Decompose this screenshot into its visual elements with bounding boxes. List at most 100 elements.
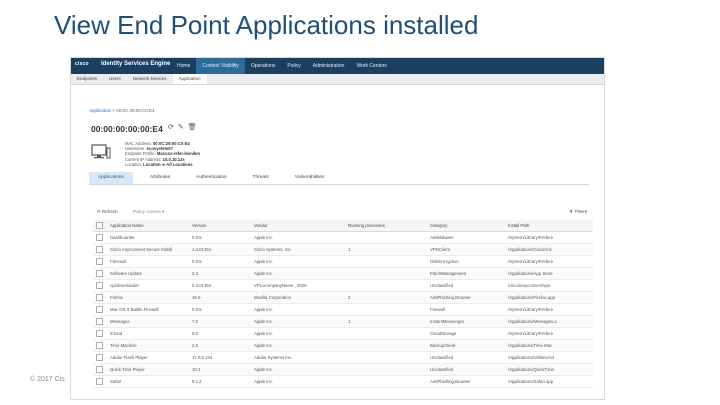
row-select-cell[interactable]: [93, 255, 107, 268]
row-checkbox[interactable]: [96, 306, 103, 313]
column-header[interactable]: Vendor: [251, 220, 345, 232]
tab-threats[interactable]: Threats: [244, 172, 278, 184]
table-toolbar: ⟳ Refresh Policy Actions ▾ ▼ Filter▾: [93, 208, 593, 217]
row-checkbox[interactable]: [96, 318, 103, 325]
category-cell: AntiPhishing,Browser: [427, 375, 505, 388]
row-checkbox[interactable]: [96, 258, 103, 265]
row-select-cell[interactable]: [93, 339, 107, 352]
main-nav: Home Context Visibility Operations Polic…: [171, 58, 393, 74]
row-checkbox[interactable]: [96, 294, 103, 301]
running-processes-cell[interactable]: 1: [345, 243, 427, 256]
row-checkbox[interactable]: [96, 234, 103, 241]
row-checkbox[interactable]: [96, 378, 103, 385]
table-header-row: Application Name Version Vendor Running …: [93, 220, 593, 232]
running-processes-cell: [345, 327, 427, 340]
row-select-cell[interactable]: [93, 351, 107, 364]
select-all-checkbox[interactable]: [96, 222, 103, 229]
category-cell: Unclassified: [427, 351, 505, 364]
select-all-cell[interactable]: [93, 220, 107, 232]
subnav-network-devices[interactable]: Network Devices: [127, 74, 173, 84]
install-path-cell: /Applications/Utilities/Ad: [505, 351, 593, 364]
subnav-endpoints[interactable]: Endpoints: [71, 74, 103, 84]
install-path-cell: /cisco/anyconnect/vpn: [505, 279, 593, 292]
detail-location: Location: Location ➔ All Locations: [125, 161, 193, 167]
table-row[interactable]: Time Machine 2.5 Apple Inc. BackupClient/Ap…: [93, 339, 593, 352]
subnav-application[interactable]: Application: [172, 74, 207, 84]
subnav-users[interactable]: Users: [103, 74, 127, 84]
row-select-cell[interactable]: [93, 315, 107, 328]
version-cell: 10.3: [189, 363, 251, 376]
running-processes-cell[interactable]: 1: [345, 315, 427, 328]
tab-vulnerabilities[interactable]: Vulnerabilities: [286, 172, 334, 184]
row-checkbox[interactable]: [96, 366, 103, 373]
nav-home[interactable]: Home: [171, 58, 196, 74]
vendor-cell: Apple Inc.: [251, 339, 345, 352]
refresh-button[interactable]: ⟳ Refresh: [97, 209, 118, 215]
row-select-cell[interactable]: [93, 363, 107, 376]
table-row[interactable]: Firefox 49.0 Mozilla Corporation 2 AntiPhish…: [93, 291, 593, 304]
column-header[interactable]: Install Path: [505, 220, 593, 232]
row-select-cell[interactable]: [93, 279, 107, 292]
table-row[interactable]: Dashboarder 0.0.5 Apple Inc. AntiMalware/Sy…: [93, 231, 593, 244]
vendor-cell: Apple Inc.: [251, 363, 345, 376]
row-select-cell[interactable]: [93, 243, 107, 256]
breadcrumb-link[interactable]: Application: [89, 108, 111, 113]
tab-authentication[interactable]: Authentication: [187, 172, 235, 184]
nav-policy[interactable]: Policy: [281, 58, 306, 74]
tab-applications[interactable]: Applications: [89, 172, 133, 184]
table-row[interactable]: iCloud 5.0 Apple Inc. CloudStorage/System/L…: [93, 327, 593, 340]
nav-context-visibility[interactable]: Context Visibility: [196, 58, 245, 74]
app-name-cell: Cisco AnyConnect Secure Mobili: [107, 243, 189, 256]
table-row[interactable]: Cisco AnyConnect Secure Mobili 1.4.01354 C…: [93, 243, 593, 256]
running-processes-cell[interactable]: 2: [345, 291, 427, 304]
vendor-cell: Apple Inc.: [251, 231, 345, 244]
category-cell: AntiMalware: [427, 231, 505, 244]
table-row[interactable]: Software Update 2.3 Apple Inc. PatchManagem…: [93, 267, 593, 280]
row-checkbox[interactable]: [96, 246, 103, 253]
table-row[interactable]: Safari 9.1.2 Apple Inc. AntiPhishing,Browse…: [93, 375, 593, 388]
row-checkbox[interactable]: [96, 330, 103, 337]
row-select-cell[interactable]: [93, 327, 107, 340]
version-cell: 0.0.5: [189, 255, 251, 268]
row-select-cell[interactable]: [93, 375, 107, 388]
table-row[interactable]: Mac OS X Builtin Firewall 0.0.5 Apple Inc.…: [93, 303, 593, 316]
column-header[interactable]: Version: [189, 220, 251, 232]
running-processes-cell: [345, 267, 427, 280]
applications-table: Application Name Version Vendor Running …: [93, 220, 593, 388]
column-header[interactable]: Category: [427, 220, 505, 232]
app-name-cell: iCloud: [107, 327, 189, 340]
ise-screenshot: cisco Identity Services Engine Home Cont…: [70, 57, 605, 400]
nav-administration[interactable]: Administration: [307, 58, 351, 74]
filter-dropdown[interactable]: ▼ Filter▾: [569, 209, 587, 215]
row-select-cell[interactable]: [93, 291, 107, 304]
refresh-icon[interactable]: ⟳: [168, 124, 178, 131]
row-select-cell[interactable]: [93, 267, 107, 280]
table-row[interactable]: Messages 7.0 Apple Inc. 1 InstantMessenger/A…: [93, 315, 593, 328]
nav-operations[interactable]: Operations: [245, 58, 281, 74]
version-cell: 0.0.5: [189, 231, 251, 244]
column-header[interactable]: Application Name: [107, 220, 189, 232]
table-row[interactable]: Adobe Flash Player 17.0.0.134 Adobe System…: [93, 351, 593, 364]
table-row[interactable]: FileVault 0.0.5 Apple Inc. DiskEncryption/S…: [93, 255, 593, 268]
row-select-cell[interactable]: [93, 231, 107, 244]
running-processes-cell: [345, 255, 427, 268]
endpoint-mac-title: 00:00:00:00:00:E4: [91, 124, 163, 134]
install-path-cell: /Applications/QuickTime: [505, 363, 593, 376]
row-checkbox[interactable]: [96, 342, 103, 349]
column-header[interactable]: Running processes: [345, 220, 427, 232]
table-row[interactable]: Quick Time Player 10.3 Apple Inc. Unclassif…: [93, 363, 593, 376]
delete-icon[interactable]: 🗑: [188, 124, 201, 131]
row-select-cell[interactable]: [93, 303, 107, 316]
nav-work-centers[interactable]: Work Centers: [350, 58, 392, 74]
vendor-cell: Apple Inc.: [251, 267, 345, 280]
tab-attributes[interactable]: Attributes: [141, 172, 179, 184]
policy-actions-dropdown[interactable]: Policy Actions ▾: [133, 209, 164, 215]
row-checkbox[interactable]: [96, 282, 103, 289]
edit-icon[interactable]: ✎: [178, 124, 188, 131]
row-checkbox[interactable]: [96, 354, 103, 361]
table-row[interactable]: cpsdownloader 0.4.01354 VPLocompanyName , …: [93, 279, 593, 292]
running-processes-cell: [345, 351, 427, 364]
category-cell: DiskEncryption: [427, 255, 505, 268]
row-checkbox[interactable]: [96, 270, 103, 277]
version-cell: 5.0: [189, 327, 251, 340]
